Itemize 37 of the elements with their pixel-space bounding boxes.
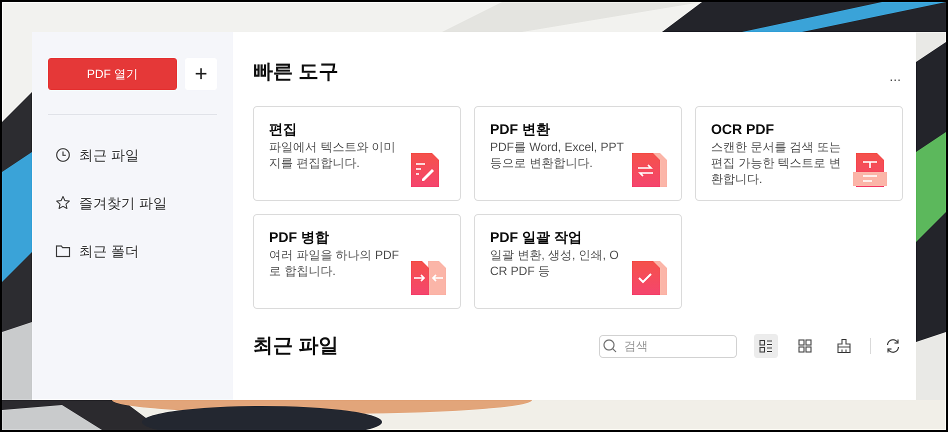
card-title: PDF 일괄 작업 — [490, 228, 583, 246]
section-title: 최근 파일 — [253, 334, 340, 359]
card-description: 여러 파일을 하나의 PDF로 합칩니다. — [269, 247, 400, 279]
list-view-icon — [758, 338, 774, 354]
card-title: 편집 — [269, 120, 298, 138]
section-title: 빠른 도구 — [253, 60, 339, 85]
tool-card[interactable]: OCR PDF 스캔한 문서를 검색 또는 편집 가능한 텍스트로 변환합니다. — [695, 106, 903, 201]
card-title: PDF 병합 — [269, 228, 330, 246]
convert-document-icon — [632, 153, 667, 187]
sidebar-item[interactable]: 최근 폴더 — [48, 227, 217, 275]
add-button[interactable]: + — [185, 58, 217, 90]
card-description: 스캔한 문서를 검색 또는 편집 가능한 텍스트로 변환합니다. — [711, 139, 842, 187]
grid-view-icon — [797, 338, 813, 354]
merge-document-icon — [411, 261, 446, 295]
open-pdf-button[interactable]: PDF 열기 — [48, 58, 177, 90]
card-title: OCR PDF — [711, 120, 775, 138]
search-field[interactable]: 검색 — [599, 334, 737, 358]
star-icon — [55, 195, 71, 211]
search-icon — [603, 339, 617, 353]
sidebar-item[interactable]: 최근 파일 — [48, 131, 217, 179]
clock-icon — [55, 147, 71, 163]
card-title: PDF 변환 — [490, 120, 551, 138]
more-button[interactable]: ... — [889, 66, 901, 86]
card-description: PDF를 Word, Excel, PPT 등으로 변환합니다. — [490, 139, 625, 171]
tool-card[interactable]: 편집 파일에서 텍스트와 이미지를 편집합니다. — [253, 106, 461, 201]
view-button[interactable] — [754, 334, 778, 358]
refresh-icon[interactable] — [885, 338, 901, 354]
folder-icon — [55, 243, 71, 259]
sidebar-item[interactable]: 즐겨찾기 파일 — [48, 179, 217, 227]
tool-card[interactable]: PDF 병합 여러 파일을 하나의 PDF로 합칩니다. — [253, 214, 461, 309]
card-description: 일괄 변환, 생성, 인쇄, OCR PDF 등 — [490, 247, 620, 279]
card-description: 파일에서 텍스트와 이미지를 편집합니다. — [269, 139, 397, 171]
tool-card[interactable]: PDF 일괄 작업 일괄 변환, 생성, 인쇄, OCR PDF 등 — [474, 214, 682, 309]
broom-icon — [836, 338, 852, 354]
scan-document-icon — [853, 153, 888, 187]
checked-document-icon — [632, 261, 667, 295]
tool-card[interactable]: PDF 변환 PDF를 Word, Excel, PPT 등으로 변환합니다. — [474, 106, 682, 201]
